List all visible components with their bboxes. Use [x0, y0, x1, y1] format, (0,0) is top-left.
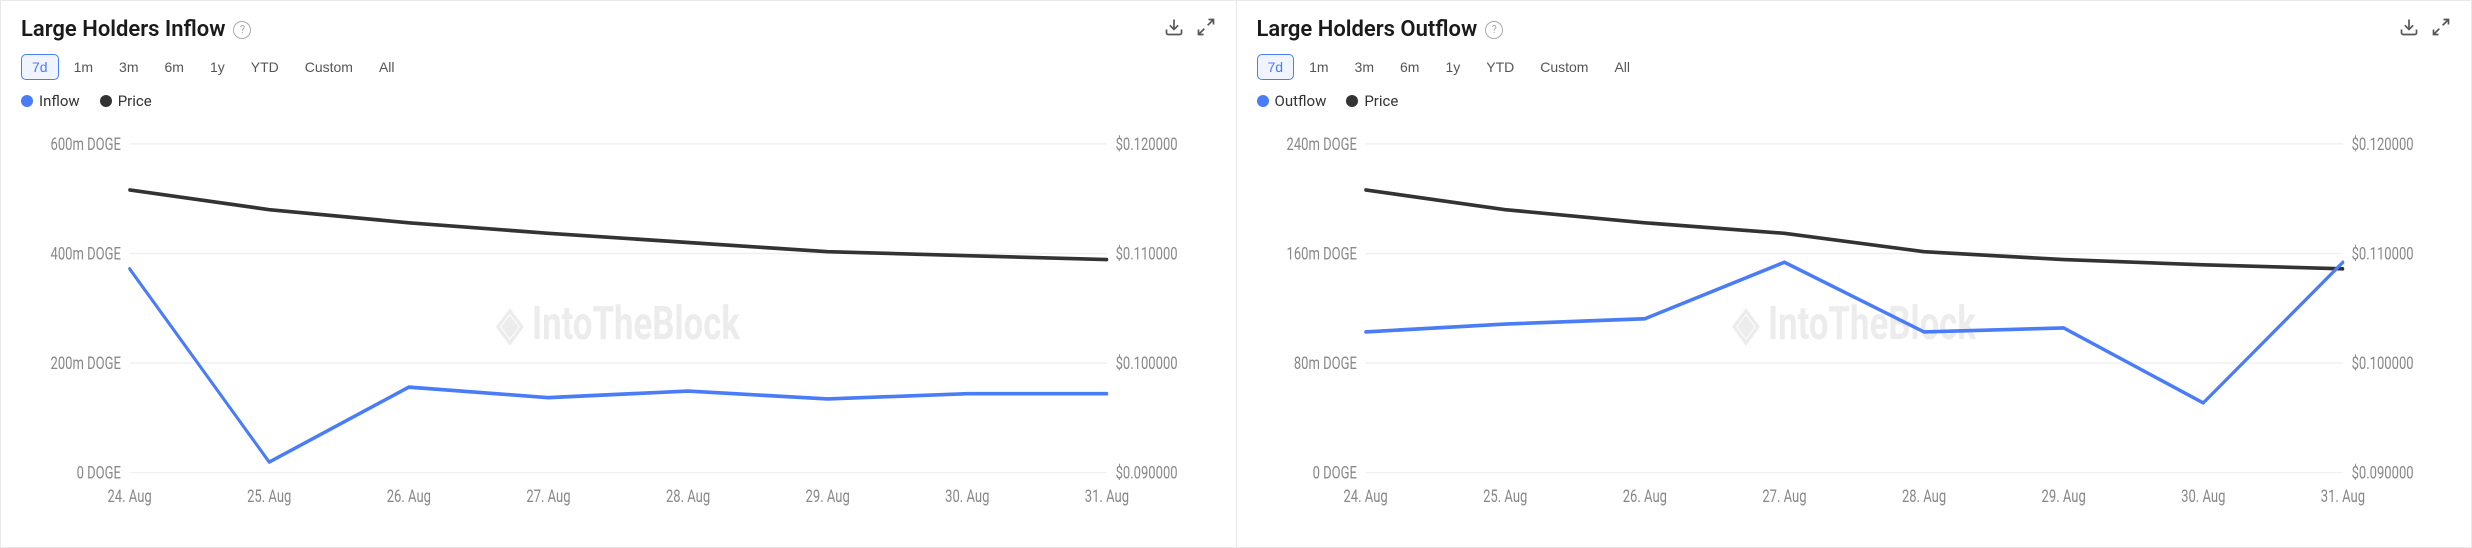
- y-right-label: $0.120000: [1116, 134, 1178, 154]
- legend-secondary: Price: [1346, 92, 1398, 110]
- x-axis-label: 29. Aug: [2041, 486, 2085, 506]
- time-btn-all[interactable]: All: [1603, 54, 1641, 80]
- chart-area: 240m DOGE 160m DOGE 80m DOGE 0 DOGE $0.12000…: [1257, 122, 2452, 531]
- x-axis-label: 25. Aug: [247, 486, 291, 506]
- x-axis-label: 29. Aug: [806, 486, 850, 506]
- y-right-label: $0.120000: [2351, 134, 2413, 154]
- time-btn-6m[interactable]: 6m: [1389, 54, 1430, 80]
- legend-dot-blue: [21, 95, 33, 107]
- time-controls: 7d1m3m6m1yYTDCustomAll: [1257, 54, 2452, 80]
- legend-dot-dark: [100, 95, 112, 107]
- y-right-label: $0.090000: [1116, 463, 1178, 483]
- time-btn-7d[interactable]: 7d: [21, 54, 59, 80]
- header-actions: [1164, 17, 1216, 42]
- chart-legend: Inflow Price: [21, 92, 1216, 110]
- y-right-label: $0.110000: [2351, 243, 2413, 263]
- download-button[interactable]: [2399, 17, 2419, 42]
- x-axis-label: 30. Aug: [2181, 486, 2225, 506]
- y-left-label: 600m DOGE: [51, 134, 122, 154]
- help-icon[interactable]: ?: [1485, 21, 1503, 39]
- title-row: Large Holders Inflow?: [21, 17, 251, 42]
- y-left-label: 240m DOGE: [1286, 134, 1357, 154]
- time-btn-1y[interactable]: 1y: [199, 54, 236, 80]
- chart-area: 600m DOGE 400m DOGE 200m DOGE 0 DOGE $0.1200…: [21, 122, 1216, 531]
- time-btn-1y[interactable]: 1y: [1434, 54, 1471, 80]
- x-axis-label: 27. Aug: [1762, 486, 1806, 506]
- time-btn-ytd[interactable]: YTD: [240, 54, 290, 80]
- time-btn-custom[interactable]: Custom: [1529, 54, 1599, 80]
- legend-label-secondary: Price: [118, 92, 152, 110]
- time-btn-6m[interactable]: 6m: [153, 54, 194, 80]
- time-btn-custom[interactable]: Custom: [294, 54, 364, 80]
- chart-svg: 240m DOGE 160m DOGE 80m DOGE 0 DOGE $0.12000…: [1257, 122, 2452, 531]
- panel-title-inflow: Large Holders Inflow: [21, 17, 225, 42]
- x-axis-label: 25. Aug: [1483, 486, 1527, 506]
- watermark-text: ◈ IntoTheBlock: [496, 297, 741, 351]
- help-icon[interactable]: ?: [233, 21, 251, 39]
- expand-button[interactable]: [1196, 17, 1216, 42]
- x-axis-label: 26. Aug: [387, 486, 431, 506]
- y-right-label: $0.100000: [1116, 353, 1178, 373]
- time-btn-ytd[interactable]: YTD: [1475, 54, 1525, 80]
- x-axis-label: 24. Aug: [107, 486, 151, 506]
- legend-dot-dark: [1346, 95, 1358, 107]
- panel-outflow: Large Holders Outflow? 7d1m3m6m1yYTDCusto…: [1237, 0, 2472, 548]
- header-actions: [2399, 17, 2451, 42]
- y-right-label: $0.090000: [2351, 463, 2413, 483]
- legend-label-primary: Outflow: [1275, 92, 1327, 110]
- panel-header: Large Holders Inflow?: [21, 17, 1216, 42]
- x-axis-label: 27. Aug: [526, 486, 570, 506]
- y-right-label: $0.100000: [2351, 353, 2413, 373]
- chart-svg: 600m DOGE 400m DOGE 200m DOGE 0 DOGE $0.1200…: [21, 122, 1216, 531]
- time-btn-all[interactable]: All: [368, 54, 406, 80]
- x-axis-label: 28. Aug: [666, 486, 710, 506]
- y-left-label: 160m DOGE: [1286, 243, 1357, 263]
- expand-button[interactable]: [2431, 17, 2451, 42]
- legend-secondary: Price: [100, 92, 152, 110]
- legend-primary: Inflow: [21, 92, 80, 110]
- time-btn-3m[interactable]: 3m: [108, 54, 149, 80]
- y-left-label: 0 DOGE: [77, 463, 122, 483]
- legend-primary: Outflow: [1257, 92, 1327, 110]
- chart-line-dark: [1365, 190, 2342, 269]
- x-axis-label: 31. Aug: [1085, 486, 1129, 506]
- y-left-label: 400m DOGE: [51, 243, 122, 263]
- y-left-label: 200m DOGE: [51, 353, 122, 373]
- x-axis-label: 30. Aug: [945, 486, 989, 506]
- legend-dot-blue: [1257, 95, 1269, 107]
- chart-line-dark: [130, 190, 1107, 260]
- panel-header: Large Holders Outflow?: [1257, 17, 2452, 42]
- y-left-label: 0 DOGE: [1312, 463, 1357, 483]
- time-controls: 7d1m3m6m1yYTDCustomAll: [21, 54, 1216, 80]
- title-row: Large Holders Outflow?: [1257, 17, 1504, 42]
- y-left-label: 80m DOGE: [1293, 353, 1356, 373]
- x-axis-label: 26. Aug: [1622, 486, 1666, 506]
- x-axis-label: 24. Aug: [1343, 486, 1387, 506]
- chart-legend: Outflow Price: [1257, 92, 2452, 110]
- panel-inflow: Large Holders Inflow? 7d1m3m6m1yYTDCustom…: [0, 0, 1237, 548]
- time-btn-3m[interactable]: 3m: [1344, 54, 1385, 80]
- time-btn-1m[interactable]: 1m: [1298, 54, 1339, 80]
- time-btn-7d[interactable]: 7d: [1257, 54, 1295, 80]
- legend-label-primary: Inflow: [39, 92, 80, 110]
- legend-label-secondary: Price: [1364, 92, 1398, 110]
- x-axis-label: 31. Aug: [2320, 486, 2364, 506]
- download-button[interactable]: [1164, 17, 1184, 42]
- y-right-label: $0.110000: [1116, 243, 1178, 263]
- time-btn-1m[interactable]: 1m: [63, 54, 104, 80]
- watermark-text: ◈ IntoTheBlock: [1731, 297, 1976, 351]
- x-axis-label: 28. Aug: [1901, 486, 1945, 506]
- panel-title-outflow: Large Holders Outflow: [1257, 17, 1478, 42]
